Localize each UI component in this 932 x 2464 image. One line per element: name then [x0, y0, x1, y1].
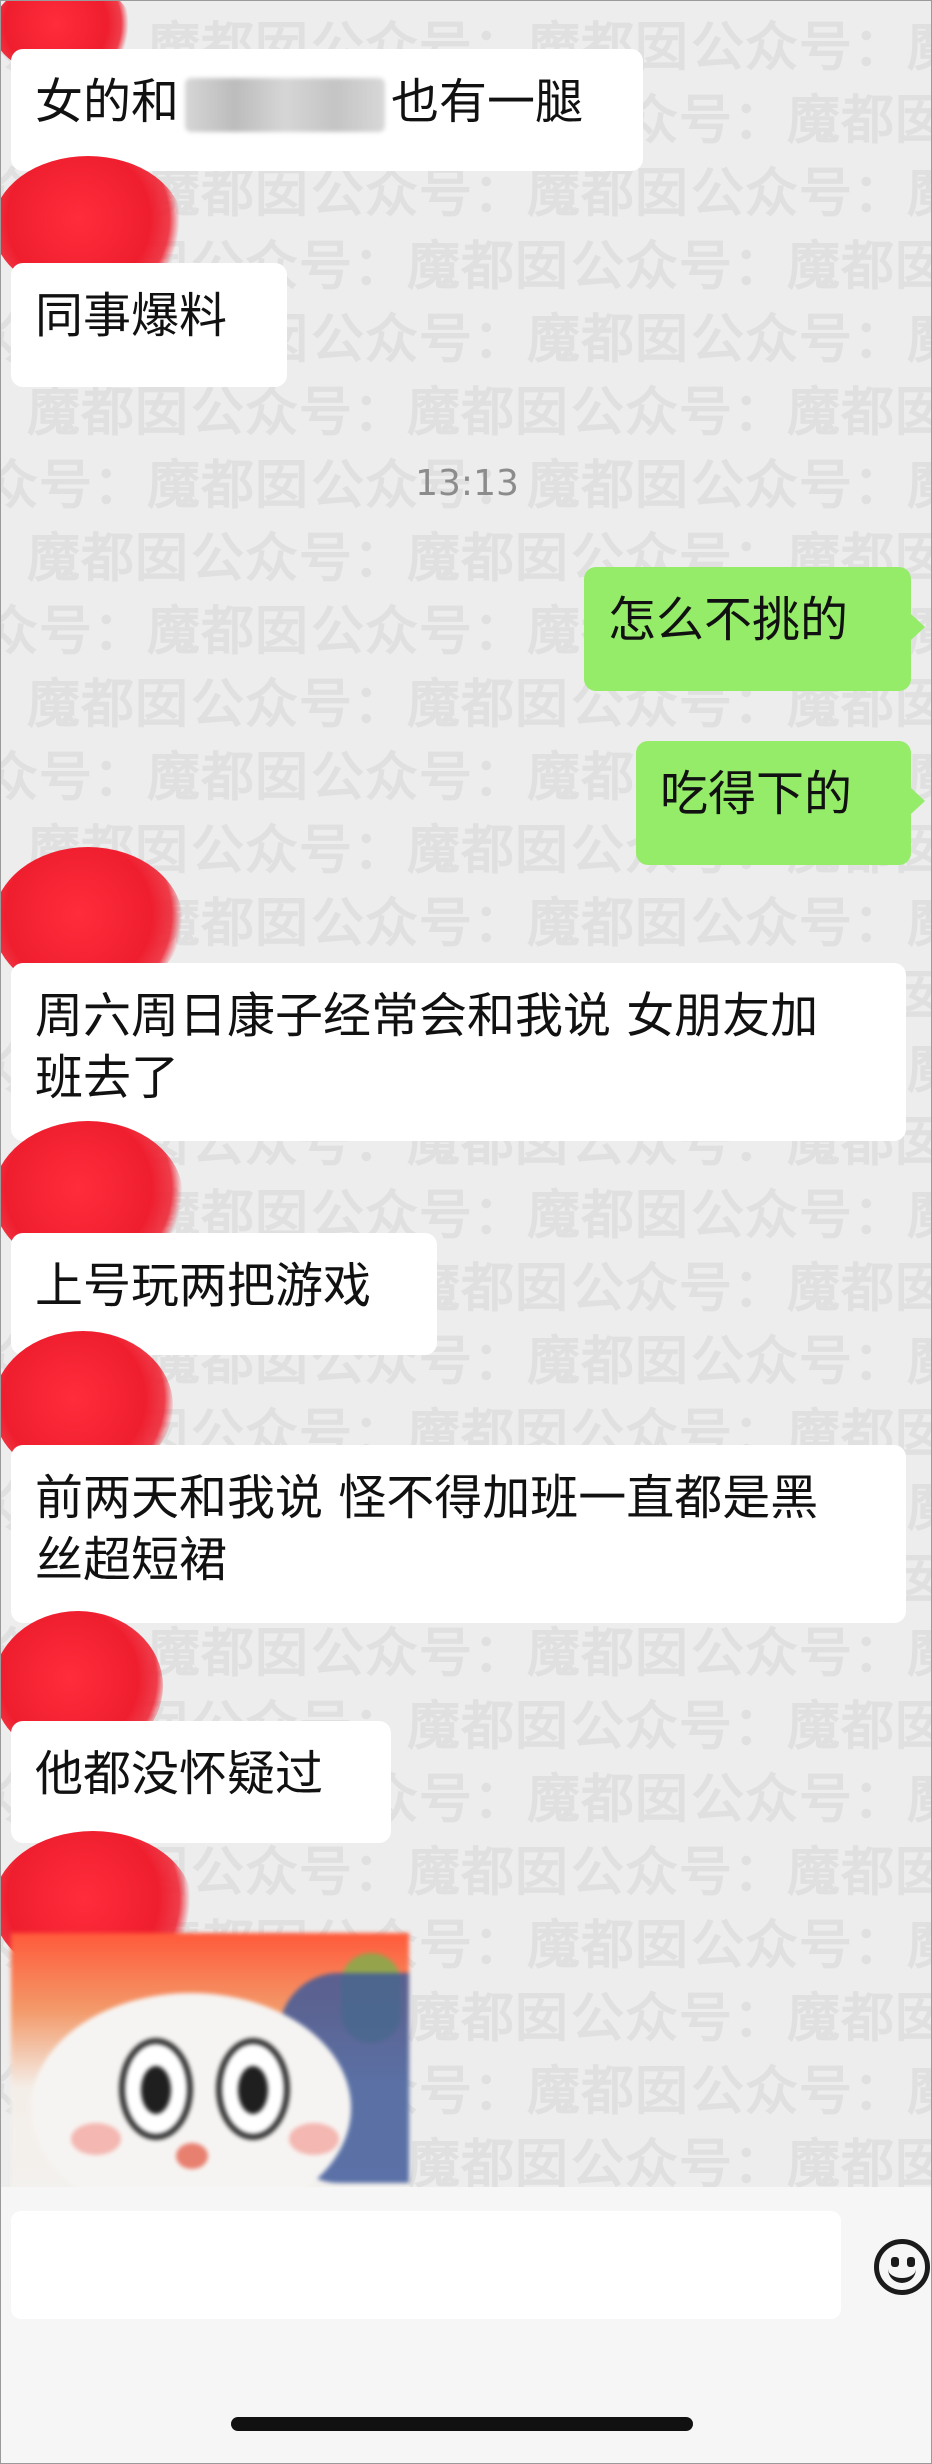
message-text: 他都没怀疑过 — [35, 1746, 324, 1802]
sticker-eye — [216, 2038, 290, 2140]
watermark-text: 公众号：魔都囡 — [691, 2061, 931, 2122]
watermark-text: 公众号：魔都囡 — [191, 528, 569, 589]
sticker-nose — [176, 2143, 208, 2169]
sticker-image[interactable] — [11, 1933, 409, 2191]
watermark-text: 公众号：魔都囡 — [691, 17, 931, 78]
watermark-text: 公众号：魔都囡 — [571, 1696, 931, 1757]
sticker-cheek — [71, 2123, 121, 2155]
message-text: 也有一腿 — [391, 74, 584, 130]
my-message-bubble[interactable]: 怎么不挑的 — [584, 567, 925, 691]
time-divider: 13:13 — [415, 463, 519, 504]
watermark-text: 公众号：魔都囡 — [1, 674, 189, 735]
message-text: 怎么不挑的 — [608, 592, 849, 648]
watermark-text: 公众号：魔都囡 — [311, 747, 689, 808]
my-message-bubble[interactable]: 吃得下的 — [636, 741, 925, 865]
message-bubble[interactable]: 他都没怀疑过 — [11, 1721, 391, 1843]
message-input[interactable] — [11, 2211, 841, 2319]
watermark-text: 公众号：魔都囡 — [571, 1258, 931, 1319]
home-indicator[interactable] — [231, 2417, 693, 2431]
message-text-line: 班去了 — [35, 1050, 180, 1106]
watermark-text: 公众号：魔都囡 — [691, 1185, 931, 1246]
message-text-line: 周六周日康子经常会和我说 女朋友加 — [35, 988, 819, 1044]
sticker-eye — [119, 2038, 193, 2140]
message-text-line: 丝超短裙 — [35, 1532, 228, 1588]
message-text: 女的和 — [35, 74, 180, 130]
emoji-icon[interactable] — [874, 2239, 930, 2295]
watermark-text: 公众号：魔都囡 — [1, 747, 309, 808]
message-text: 同事爆料 — [35, 288, 228, 344]
watermark-text: 公众号：魔都囡 — [311, 309, 689, 370]
watermark-text: 公众号：魔都囡 — [691, 309, 931, 370]
watermark-text: 公众号：魔都囡 — [571, 236, 931, 297]
blurred-name — [185, 78, 386, 132]
watermark-text: 公众号：魔都囡 — [691, 1915, 931, 1976]
watermark-text: 公众号：魔都囡 — [191, 820, 569, 881]
watermark-text: 公众号：魔都囡 — [691, 1769, 931, 1830]
watermark-text: 公众号：魔都囡 — [691, 1331, 931, 1392]
watermark-text: 公众号：魔都囡 — [1, 528, 189, 589]
message-bubble[interactable]: 同事爆料 — [11, 263, 287, 387]
sticker-cheek — [289, 2123, 339, 2155]
chat-window: 公众号：魔都囡公众号：魔都囡公众号：魔都囡公众号：魔都囡公众号：魔都囡公众号：魔… — [0, 0, 932, 2464]
message-text-line: 前两天和我说 怪不得加班一直都是黑 — [35, 1470, 819, 1526]
watermark-text: 公众号：魔都囡 — [691, 893, 931, 954]
watermark-text: 公众号：魔都囡 — [191, 674, 569, 735]
watermark-text: 公众号：魔都囡 — [1, 601, 309, 662]
message-bubble[interactable]: 女的和 也有一腿 — [11, 49, 643, 171]
message-bubble[interactable]: 前两天和我说 怪不得加班一直都是黑 丝超短裙 — [11, 1445, 906, 1623]
watermark-text: 公众号：魔都囡 — [571, 382, 931, 443]
watermark-text: 公众号：魔都囡 — [571, 1842, 931, 1903]
message-text: 上号玩两把游戏 — [35, 1258, 372, 1314]
message-bubble[interactable]: 周六周日康子经常会和我说 女朋友加 班去了 — [11, 963, 906, 1141]
watermark-text: 公众号：魔都囡 — [571, 1988, 931, 2049]
watermark-text: 公众号：魔都囡 — [691, 163, 931, 224]
message-text: 吃得下的 — [660, 766, 853, 822]
watermark-text: 公众号：魔都囡 — [311, 893, 689, 954]
